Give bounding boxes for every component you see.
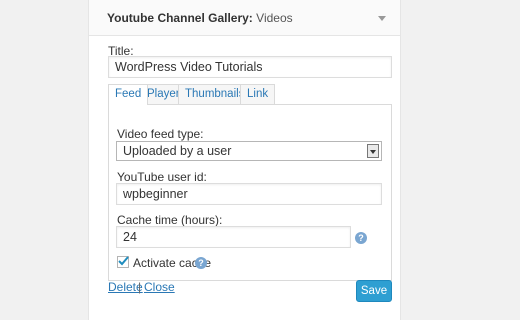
cache-time-label: Cache time (hours): (117, 213, 223, 227)
title-input[interactable]: WordPress Video Tutorials (108, 56, 392, 78)
widget-title: Youtube Channel Gallery: Videos (107, 11, 293, 25)
activate-cache-checkbox[interactable] (117, 256, 129, 268)
save-button[interactable]: Save (356, 280, 392, 302)
tab-link[interactable]: Link (240, 84, 276, 104)
select-arrow-icon[interactable] (367, 144, 379, 158)
triangle-down-icon[interactable] (376, 12, 388, 24)
widget-title-name: Youtube Channel Gallery: (107, 11, 253, 25)
tab-feed[interactable]: Feed (108, 84, 149, 105)
video-feed-type-select[interactable]: Uploaded by a user (116, 141, 382, 161)
youtube-user-id-input[interactable]: wpbeginner (116, 183, 382, 205)
youtube-user-id-label: YouTube user id: (117, 170, 207, 184)
widget-title-instance: Videos (256, 11, 293, 25)
help-icon[interactable]: ? (195, 257, 207, 269)
cache-time-input[interactable]: 24 (116, 226, 351, 248)
checkmark-icon (118, 256, 129, 266)
video-feed-type-label: Video feed type: (117, 127, 204, 141)
close-link[interactable]: Close (144, 280, 175, 294)
footer-separator: | (138, 280, 142, 294)
widget-header[interactable]: Youtube Channel Gallery: Videos (89, 0, 400, 36)
help-icon[interactable]: ? (355, 232, 367, 244)
video-feed-type-value: Uploaded by a user (123, 144, 232, 158)
